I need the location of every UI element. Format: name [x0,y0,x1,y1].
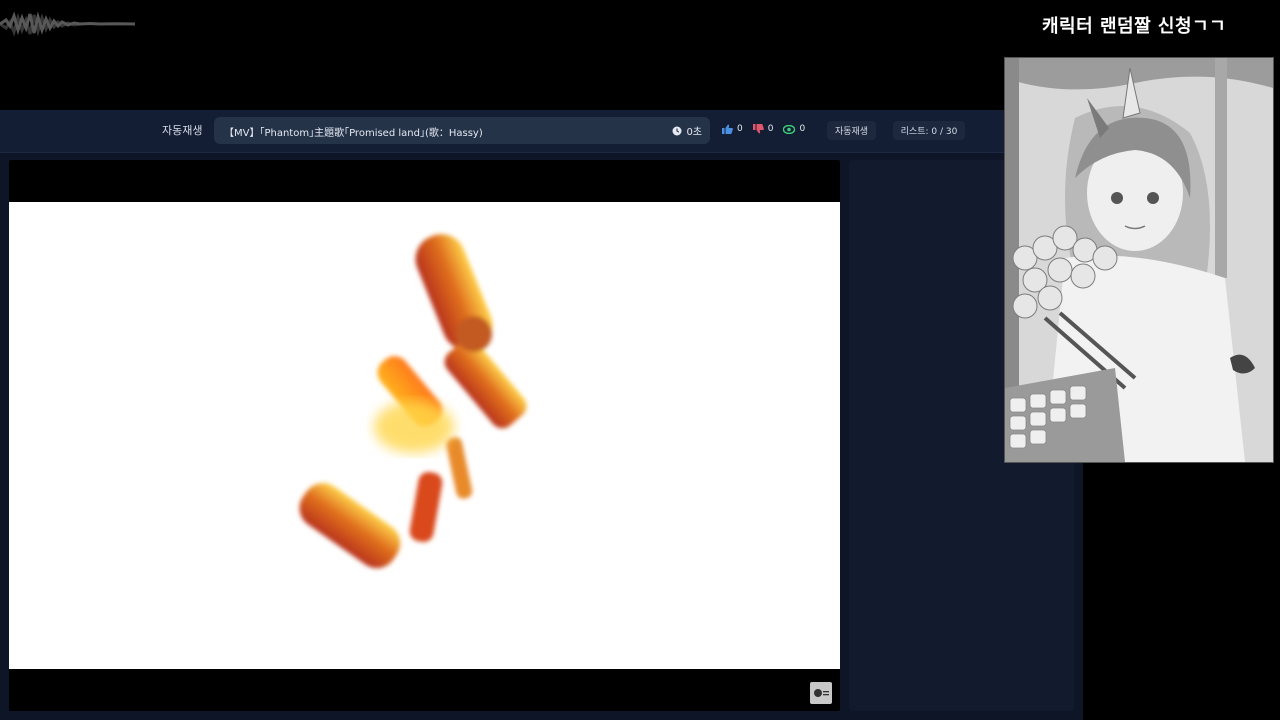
views-stat: 0 [783,124,805,134]
autoplay-button[interactable]: 자동재생 [827,121,876,140]
stats-group: 0 0 0 [722,124,805,134]
character-image [1004,57,1274,463]
video-content [9,202,840,669]
video-player[interactable] [9,160,840,711]
like-count: 0 [737,124,743,134]
channel-watermark [810,682,832,704]
like-stat[interactable]: 0 [722,124,743,134]
play-time: 0초 [672,123,702,138]
thumbs-down-icon [752,124,764,134]
character-artwork [1005,58,1273,462]
thumbs-up-icon [722,124,733,134]
autoplay-label: 자동재생 [162,124,203,137]
now-playing-title: 【MV】｢Phantom｣主題歌｢Promised land｣(歌：Hassy) [224,128,483,139]
list-status-button[interactable]: 리스트: 0 / 30 [893,121,965,140]
stream-overlay-title: 캐릭터 랜덤짤 신청ㄱㄱ [1042,16,1227,37]
play-time-text: 0초 [686,127,702,138]
video-artwork [299,234,527,569]
dislike-count: 0 [767,124,774,134]
views-count: 0 [799,124,806,134]
dislike-stat[interactable]: 0 [752,124,774,134]
eye-icon [783,124,796,134]
now-playing-box[interactable]: 【MV】｢Phantom｣主題歌｢Promised land｣(歌：Hassy)… [214,117,710,144]
clock-icon [672,126,682,135]
audio-waveform [0,11,136,37]
